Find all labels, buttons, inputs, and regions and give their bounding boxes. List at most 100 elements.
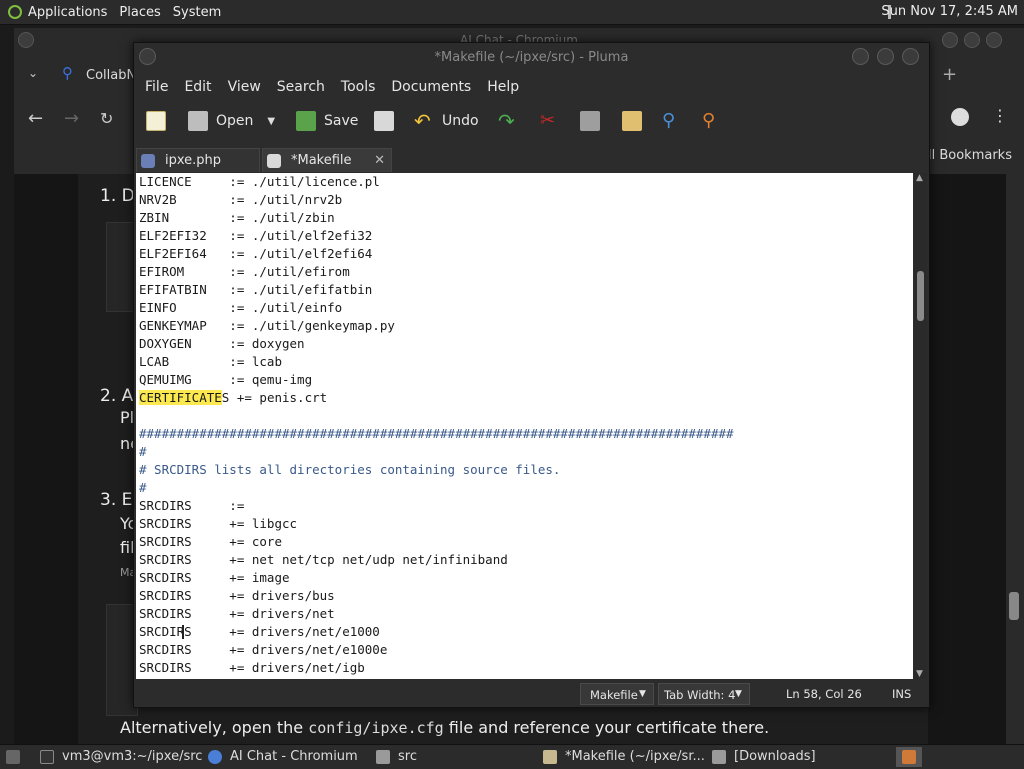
menu-file[interactable]: File: [145, 75, 168, 99]
places-menu[interactable]: Places: [119, 5, 160, 20]
kebab-menu-icon[interactable]: ⋮: [992, 106, 1008, 125]
code-line: QEMUIMG := qemu-img: [139, 372, 313, 387]
menu-help[interactable]: Help: [487, 75, 519, 99]
editor-scrollbar[interactable]: ▲ ▼: [914, 173, 927, 679]
toolbar: Open ▼ Save ↶ Undo ↷ ✂ ⚲ ⚲: [134, 103, 929, 143]
text-file-icon: [267, 154, 281, 168]
find-replace-button[interactable]: ⚲: [702, 111, 730, 131]
cut-icon: ✂: [540, 110, 556, 131]
open-button[interactable]: Open ▼: [188, 111, 275, 131]
code-line: SRCDIRS += libgcc: [139, 516, 298, 531]
code-line: ELF2EFI32 := ./util/elf2efi32: [139, 228, 373, 243]
desktop-icon: [6, 750, 20, 764]
chromium-close-button[interactable]: [986, 32, 1002, 48]
all-bookmarks-link[interactable]: ll Bookmarks: [928, 148, 1012, 163]
chromium-menu-button[interactable]: [18, 32, 34, 48]
text-editor[interactable]: LICENCE := ./util/licence.pl NRV2B := ./u…: [136, 173, 913, 679]
search-icon: ⚲: [62, 64, 73, 82]
show-desktop-button[interactable]: [6, 747, 28, 767]
code-line: LCAB := lcab: [139, 354, 282, 369]
redo-button[interactable]: ↷: [498, 111, 526, 131]
chromium-minimize-button[interactable]: [942, 32, 958, 48]
folder-icon: [712, 750, 726, 764]
tab-ipxe-php[interactable]: ipxe.php: [136, 148, 260, 172]
taskbar-item-makefile[interactable]: *Makefile (~/ipxe/sr...: [543, 747, 705, 767]
reload-icon[interactable]: ↻: [100, 109, 113, 128]
page-scrollbar-thumb[interactable]: [1009, 592, 1019, 620]
taskbar-item-src[interactable]: src: [376, 747, 417, 767]
code-line: SRCDIRS += drivers/bus: [139, 588, 335, 603]
save-icon: [296, 111, 316, 131]
language-selector[interactable]: Makefile ▼: [580, 683, 654, 705]
find-button[interactable]: ⚲: [662, 111, 690, 131]
undo-button[interactable]: ↶ Undo: [414, 111, 479, 131]
browser-tab-label[interactable]: CollabN: [86, 68, 136, 83]
print-button[interactable]: [374, 111, 402, 131]
chromium-maximize-button[interactable]: [964, 32, 980, 48]
text-cursor-icon: [182, 625, 184, 639]
taskbar: vm3@vm3:~/ipxe/src AI Chat - Chromium sr…: [0, 744, 1024, 769]
applications-menu[interactable]: Applications: [28, 5, 107, 20]
page-scrollbar[interactable]: [1006, 174, 1024, 744]
cut-button[interactable]: ✂: [540, 111, 568, 131]
minimize-button[interactable]: [852, 48, 869, 65]
taskbar-item-chromium[interactable]: AI Chat - Chromium: [208, 747, 358, 767]
code-line: SRCDIRS += image: [139, 570, 290, 585]
new-button[interactable]: [146, 111, 174, 131]
paste-icon: [622, 111, 642, 131]
top-panel: Applications Places System Sun Nov 17, 2…: [0, 0, 1024, 25]
find-icon: ⚲: [662, 110, 676, 131]
taskbar-item-downloads[interactable]: [Downloads]: [712, 747, 816, 767]
code-line: DOXYGEN := doxygen: [139, 336, 305, 351]
print-icon: [374, 111, 394, 131]
code-line: ELF2EFI64 := ./util/elf2efi64: [139, 246, 373, 261]
menubar: File Edit View Search Tools Documents He…: [134, 75, 929, 99]
search-highlight: CERTIFICATE: [139, 390, 222, 405]
new-tab-icon[interactable]: +: [942, 64, 957, 85]
close-button[interactable]: [902, 48, 919, 65]
partial-text: Pl: [120, 408, 135, 427]
menu-tools[interactable]: Tools: [341, 75, 376, 99]
step-1-heading: 1. D: [100, 186, 135, 206]
code-line: #: [139, 444, 147, 459]
tab-makefile[interactable]: *Makefile ✕: [262, 148, 392, 172]
profile-avatar-icon[interactable]: [951, 108, 969, 126]
forward-icon[interactable]: →: [64, 108, 79, 129]
menu-documents[interactable]: Documents: [391, 75, 471, 99]
code-line: CERTIFICATES += penis.crt: [139, 390, 328, 405]
maximize-button[interactable]: [877, 48, 894, 65]
scroll-down-icon[interactable]: ▼: [916, 669, 923, 679]
open-recent-dropdown-icon[interactable]: ▼: [267, 116, 275, 127]
menu-edit[interactable]: Edit: [184, 75, 211, 99]
code-line: # SRCDIRS lists all directories containi…: [139, 462, 561, 477]
close-tab-icon[interactable]: ✕: [374, 149, 385, 173]
save-button[interactable]: Save: [296, 111, 358, 131]
tab-width-selector[interactable]: Tab Width: 4 ▼: [658, 683, 750, 705]
menu-view[interactable]: View: [228, 75, 261, 99]
code-line: ########################################…: [139, 426, 734, 441]
copy-button[interactable]: [580, 111, 608, 131]
code-line: ZBIN := ./util/zbin: [139, 210, 335, 225]
code-line: NRV2B := ./util/nrv2b: [139, 192, 343, 207]
taskbar-item-terminal[interactable]: vm3@vm3:~/ipxe/src: [40, 747, 202, 767]
system-menu[interactable]: System: [173, 5, 221, 20]
config-path: config/ipxe.cfg: [308, 719, 444, 737]
distro-logo-icon[interactable]: [8, 5, 22, 19]
workspace-switcher[interactable]: [896, 747, 922, 767]
code-line: SRCDIRS += drivers/net/e1000e: [139, 642, 388, 657]
pluma-window: *Makefile (~/ipxe/src) - Pluma File Edit…: [133, 42, 930, 708]
tab-list-chevron-icon[interactable]: ⌄: [28, 66, 38, 80]
back-icon[interactable]: ←: [28, 108, 43, 129]
editor-scrollbar-thumb[interactable]: [917, 271, 924, 321]
code-line: SRCDIRS += drivers/net/e1000: [139, 624, 380, 639]
paste-button[interactable]: [622, 111, 650, 131]
chevron-down-icon: ▼: [735, 689, 742, 699]
code-line: #: [139, 480, 147, 495]
menu-search[interactable]: Search: [277, 75, 325, 99]
pluma-title: *Makefile (~/ipxe/src) - Pluma: [434, 50, 629, 65]
clock[interactable]: Sun Nov 17, 2:45 AM: [881, 4, 1018, 19]
step-3-heading: 3. E: [100, 490, 133, 510]
window-menu-button[interactable]: [139, 48, 156, 65]
scroll-up-icon[interactable]: ▲: [916, 173, 923, 183]
code-line: LICENCE := ./util/licence.pl: [139, 174, 380, 189]
